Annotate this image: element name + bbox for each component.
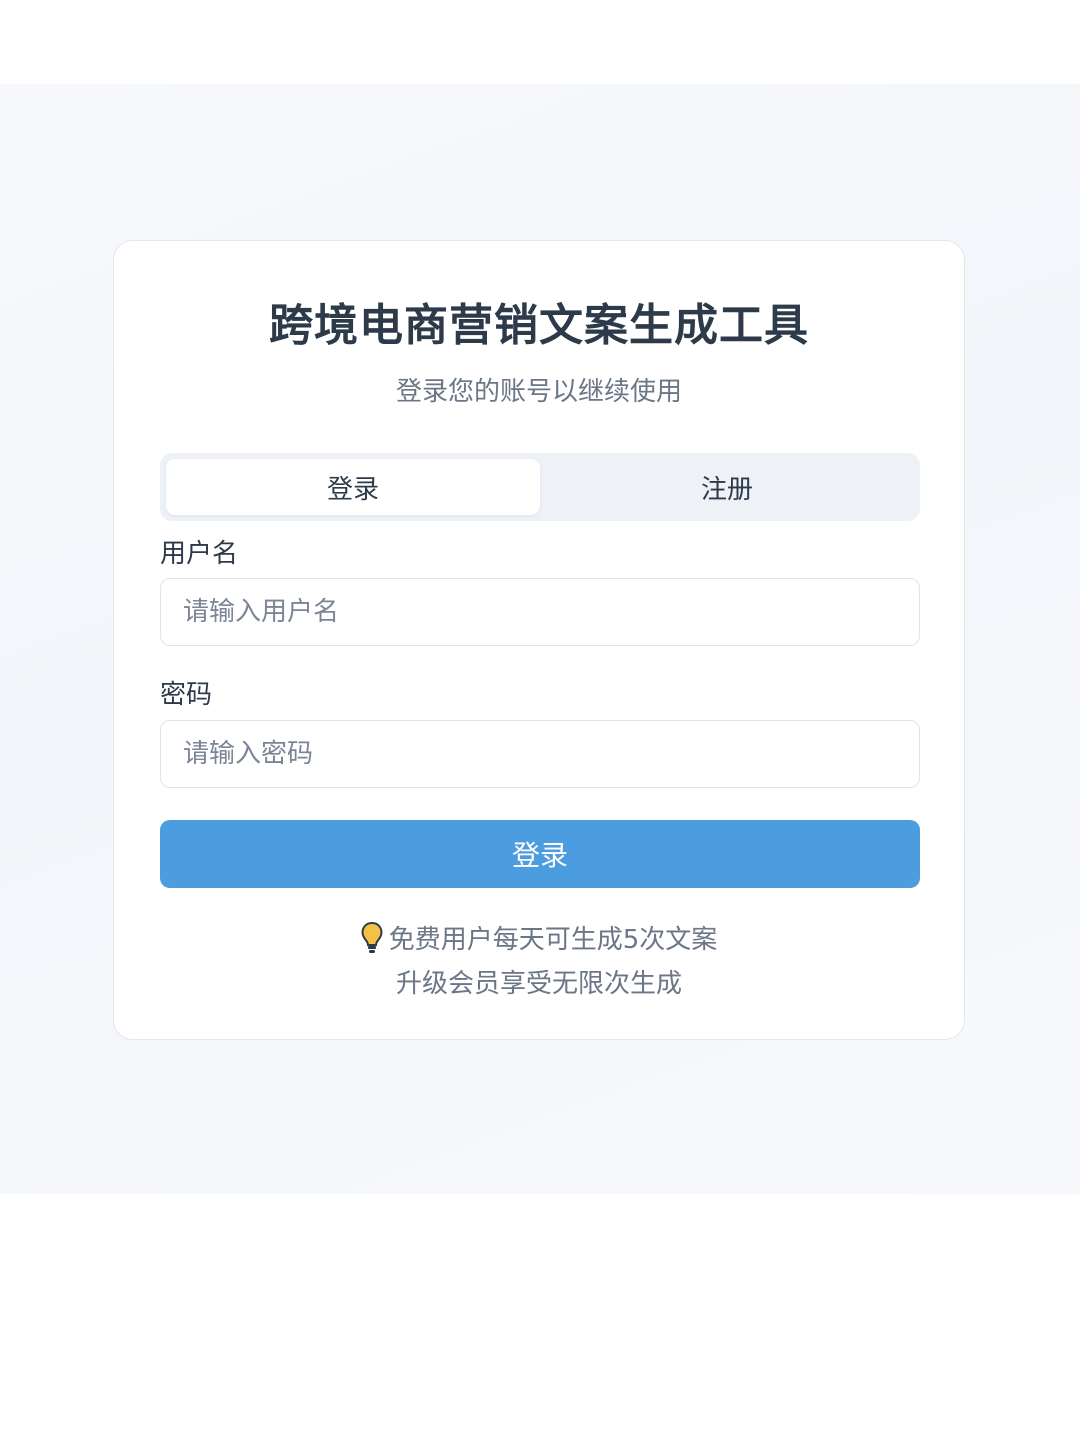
tips-line-1: 免费用户每天可生成5次文案 <box>114 921 964 965</box>
tab-register[interactable]: 注册 <box>540 459 914 515</box>
password-input[interactable] <box>160 720 920 788</box>
login-card: 跨境电商营销文案生成工具 登录您的账号以继续使用 登录 注册 用户名 密码 登录… <box>113 240 965 1040</box>
tips-line-1-text: 免费用户每天可生成5次文案 <box>388 925 718 955</box>
page-background: 跨境电商营销文案生成工具 登录您的账号以继续使用 登录 注册 用户名 密码 登录… <box>0 84 1080 1194</box>
page-title: 跨境电商营销文案生成工具 <box>269 300 809 351</box>
lightbulb-icon <box>361 921 383 965</box>
password-label: 密码 <box>160 680 213 710</box>
usage-tips: 免费用户每天可生成5次文案 升级会员享受无限次生成 <box>114 921 964 1003</box>
username-input[interactable] <box>160 578 920 646</box>
login-button[interactable]: 登录 <box>160 820 920 888</box>
tips-line-2: 升级会员享受无限次生成 <box>395 969 682 999</box>
username-label: 用户名 <box>160 539 239 569</box>
tab-login[interactable]: 登录 <box>166 459 540 515</box>
auth-tabs: 登录 注册 <box>160 453 920 521</box>
page-subtitle: 登录您的账号以继续使用 <box>395 377 682 407</box>
